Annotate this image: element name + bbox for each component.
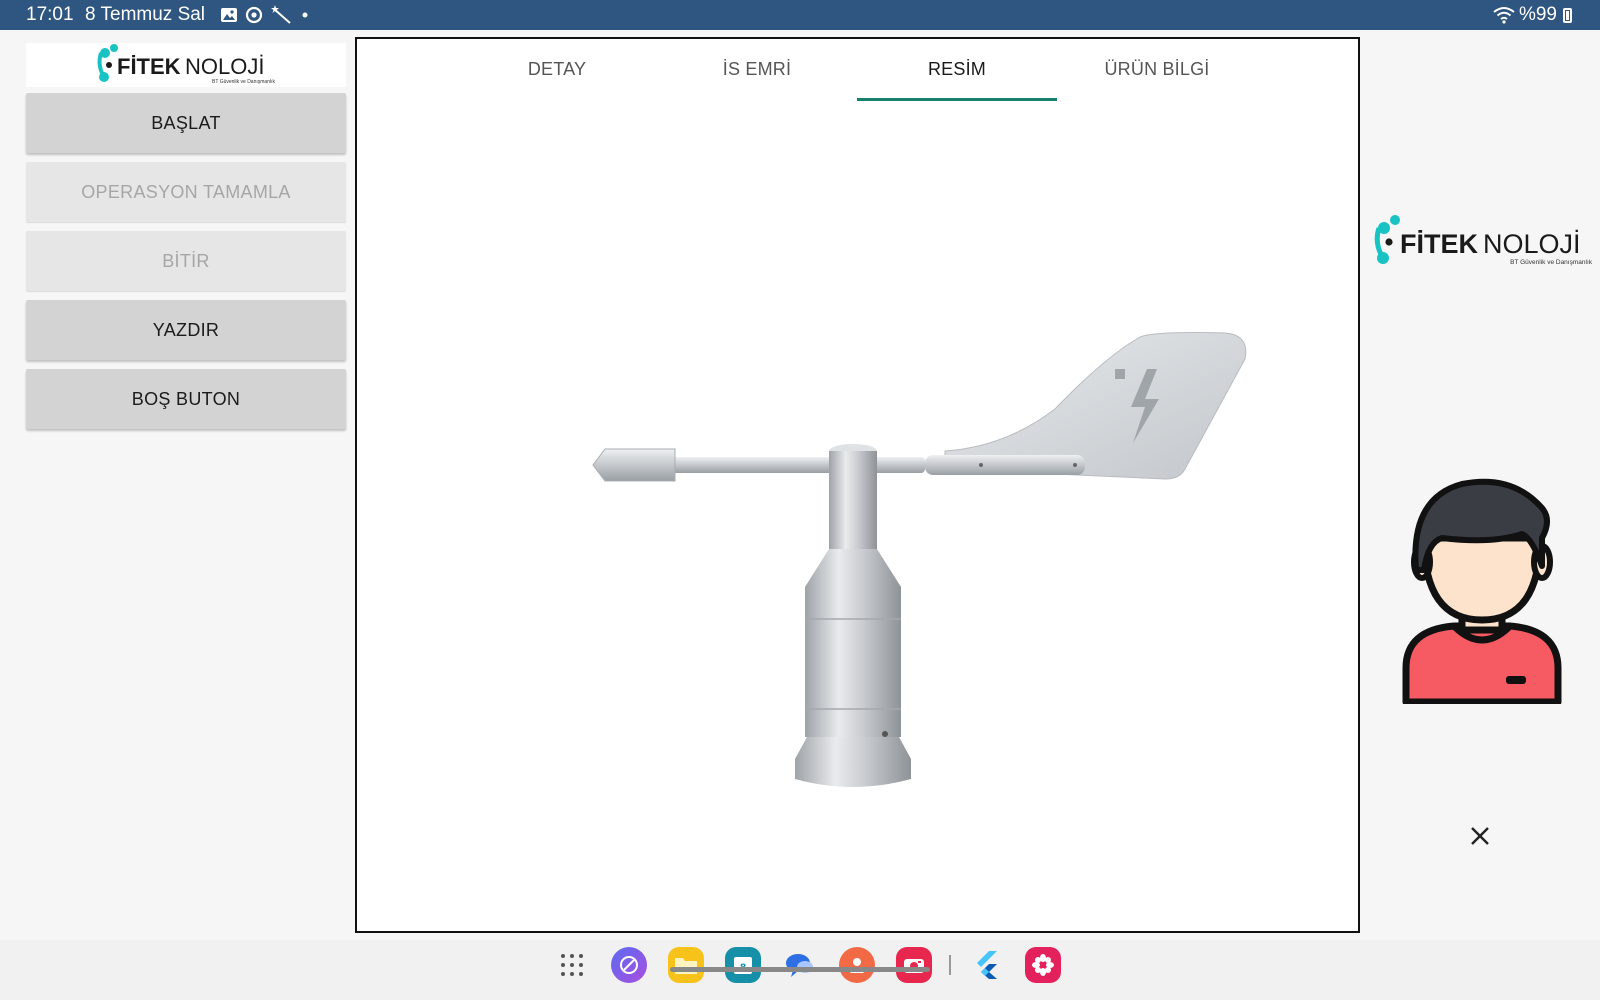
dock-separator: [949, 955, 951, 975]
status-bar: 17:01 8 Temmuz Sal %99: [0, 0, 1600, 30]
tab-work-order[interactable]: İS EMRİ: [657, 39, 857, 99]
fiteknoloji-logo-large: FİTEK NOLOJİ BT Güvenlik ve Danışmanlık: [1374, 215, 1593, 266]
camera-icon[interactable]: [896, 947, 932, 983]
battery-icon: [1563, 7, 1572, 23]
contacts-icon[interactable]: [839, 947, 875, 983]
close-icon[interactable]: [1468, 824, 1492, 848]
svg-text:FİTEK: FİTEK: [117, 54, 181, 79]
company-logo: FİTEK NOLOJİ BT Güvenlik ve Danışmanlık: [26, 43, 346, 87]
sync-notification-icon: [245, 6, 263, 24]
svg-text:BT Güvenlik ve Danışmanlık: BT Güvenlik ve Danışmanlık: [1510, 259, 1593, 266]
status-date: 8 Temmuz Sal: [85, 4, 206, 25]
apps-grid-icon[interactable]: [554, 947, 590, 983]
taskbar: 8: [0, 940, 1600, 1000]
calendar-icon[interactable]: 8: [725, 947, 761, 983]
start-button[interactable]: BAŞLAT: [26, 93, 346, 153]
main-panel: DETAY İS EMRİ RESİM ÜRÜN BİLGİ: [355, 37, 1360, 933]
magic-wand-icon: [271, 5, 291, 24]
notification-icons: [220, 5, 310, 25]
app-dock: 8: [554, 947, 1061, 983]
battery-level: %99: [1518, 4, 1557, 25]
gallery-icon[interactable]: [1025, 947, 1061, 983]
tab-image[interactable]: RESİM: [857, 39, 1057, 101]
fiteknoloji-logo: FİTEK NOLOJİ BT Güvenlik ve Danışmanlık: [97, 44, 275, 85]
flutter-icon[interactable]: [968, 947, 1004, 983]
system-status: %99: [1493, 4, 1572, 26]
wifi-icon: [1493, 7, 1515, 24]
files-icon[interactable]: [668, 947, 704, 983]
empty-button[interactable]: BOŞ BUTON: [26, 369, 346, 429]
gallery-notification-icon: [221, 8, 237, 22]
print-button[interactable]: YAZDIR: [26, 300, 346, 360]
tab-product-info[interactable]: ÜRÜN BİLGİ: [1057, 39, 1257, 99]
svg-text:FİTEK: FİTEK: [1400, 229, 1478, 259]
browser-icon[interactable]: [611, 947, 647, 983]
finish-button[interactable]: BİTİR: [26, 231, 346, 291]
svg-text:NOLOJİ: NOLOJİ: [185, 54, 264, 79]
more-notifications-dot-icon: [302, 12, 308, 18]
complete-operation-button[interactable]: OPERASYON TAMAMLA: [26, 162, 346, 222]
wind-vane-image: [592, 332, 1247, 787]
messages-icon[interactable]: [782, 947, 818, 983]
status-time: 17:01: [26, 4, 74, 25]
home-indicator[interactable]: [670, 967, 930, 972]
user-avatar-icon: [1402, 478, 1562, 704]
svg-text:NOLOJİ: NOLOJİ: [1483, 228, 1581, 259]
tab-detail[interactable]: DETAY: [457, 39, 657, 99]
svg-text:BT Güvenlik ve Danışmanlık: BT Güvenlik ve Danışmanlık: [212, 79, 275, 85]
